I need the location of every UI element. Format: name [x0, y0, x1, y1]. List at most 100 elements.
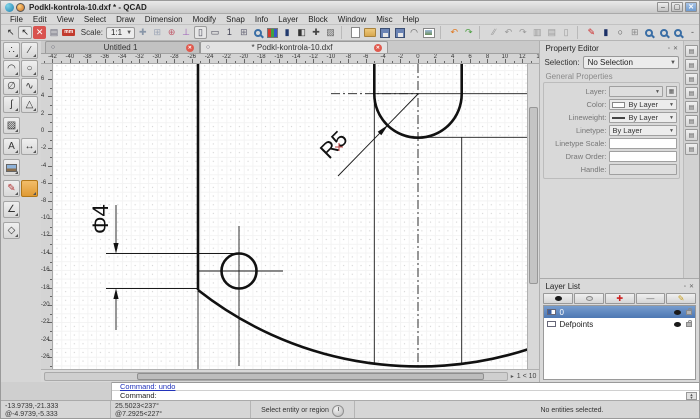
snap-icon[interactable]: ⊕ — [165, 26, 178, 39]
minimize-button[interactable]: – — [657, 2, 669, 12]
arc-tool[interactable]: ◠ — [3, 60, 20, 77]
draw-color-icon[interactable]: ✎ — [585, 26, 598, 39]
linetype-scale-input[interactable] — [609, 138, 677, 149]
title-bar[interactable]: Podkl-kontrola-10.dxf * - QCAD – ▢ ✕ — [1, 1, 699, 14]
horizontal-scrollbar[interactable] — [44, 372, 508, 381]
panel-toggle-icon[interactable]: ▤ — [685, 129, 698, 141]
text-tool[interactable]: A — [3, 138, 20, 155]
scale-dropdown[interactable]: 1:1▼ — [106, 27, 135, 39]
menu-window[interactable]: Window — [333, 15, 371, 24]
save-as-icon[interactable] — [393, 26, 406, 39]
copy-icon[interactable]: ▥ — [531, 26, 544, 39]
fill-mode-icon[interactable]: ▮ — [280, 26, 293, 39]
remove-layer-button[interactable]: — — [636, 293, 666, 304]
close-document-icon[interactable]: ✕ — [33, 26, 46, 39]
menu-modify[interactable]: Modify — [188, 15, 222, 24]
hatch-tool[interactable]: ▨ — [3, 117, 20, 134]
menu-block[interactable]: Block — [303, 15, 333, 24]
maximize-button[interactable]: ▢ — [671, 2, 683, 12]
draft-mode-icon[interactable]: ▨ — [324, 26, 337, 39]
menu-misc[interactable]: Misc — [371, 15, 397, 24]
blank-doc-icon[interactable]: ▯ — [559, 26, 572, 39]
layer-visible-icon[interactable] — [674, 310, 681, 315]
modify-tool[interactable]: ✎ — [3, 180, 20, 197]
redo-icon[interactable]: ↷ — [462, 26, 475, 39]
tab-untitled[interactable]: ○ Untitled 1 ✕ — [45, 41, 200, 53]
info-tool[interactable]: ∠ — [3, 201, 20, 218]
menu-file[interactable]: File — [5, 15, 28, 24]
ellipse-tool[interactable]: ∅ — [3, 78, 20, 95]
dimension-tool[interactable]: ↔ — [21, 138, 38, 155]
linetype-dropdown[interactable]: By Layer ▼ — [609, 125, 677, 136]
zoom-out-icon[interactable] — [657, 26, 670, 39]
vscroll-slider[interactable] — [529, 107, 538, 284]
grid-snap-icon[interactable]: ⊞ — [151, 26, 164, 39]
navy-swatch-icon[interactable]: ▮ — [599, 26, 612, 39]
layer-visible-icon[interactable] — [674, 322, 681, 327]
selection-tool-icon[interactable]: ↖ — [18, 26, 31, 39]
menu-snap[interactable]: Snap — [221, 15, 250, 24]
panel-toggle-icon[interactable]: ▤ — [685, 143, 698, 155]
panel-toggle-icon[interactable]: ▤ — [685, 73, 698, 85]
line-tool[interactable]: ∕ — [21, 42, 38, 59]
menu-info[interactable]: Info — [250, 15, 273, 24]
halftone-icon[interactable]: ◧ — [295, 26, 308, 39]
active-tool[interactable] — [21, 180, 38, 197]
print-preview-icon[interactable] — [422, 26, 436, 39]
unit-badge[interactable]: mm — [62, 26, 76, 39]
color-dropdown[interactable]: By Layer ▼ — [609, 99, 677, 110]
panel-toggle-icon[interactable]: ▤ — [685, 101, 698, 113]
panel-toggle-icon[interactable]: ▤ — [685, 87, 698, 99]
layer-list-button[interactable]: ▦ — [666, 86, 677, 97]
drawing-canvas[interactable]: Φ4 R5 — [53, 64, 528, 369]
redo-small-icon[interactable]: ↷ — [516, 26, 529, 39]
layer-lock-icon[interactable] — [686, 310, 692, 315]
polyline-tool[interactable]: ʃ — [3, 96, 20, 113]
zoom-auto-icon[interactable] — [671, 26, 684, 39]
grid-lines-icon[interactable]: ⊞ — [237, 26, 250, 39]
panel-toggle-icon[interactable]: ▤ — [685, 115, 698, 127]
edit-layer-button[interactable]: ✎ — [666, 293, 696, 304]
layer-row-0[interactable]: 0 — [544, 306, 695, 318]
menu-dimension[interactable]: Dimension — [140, 15, 188, 24]
import-icon[interactable]: ◠ — [407, 26, 420, 39]
menu-view[interactable]: View — [52, 15, 79, 24]
portrait-view-icon[interactable]: ▯ — [194, 26, 207, 39]
undo-icon[interactable]: ↶ — [448, 26, 461, 39]
float-panel-icon[interactable]: ▫ — [668, 46, 670, 52]
add-layer-button[interactable]: ✚ — [605, 293, 635, 304]
hide-all-layers-button[interactable] — [574, 293, 604, 304]
cut-icon[interactable]: ∕∕ — [487, 26, 500, 39]
new-file-icon[interactable] — [349, 26, 362, 39]
menu-layer[interactable]: Layer — [273, 15, 303, 24]
color-mode-icon[interactable] — [266, 26, 279, 39]
tab-close-icon[interactable]: ✕ — [374, 44, 382, 52]
layer-dropdown[interactable]: ▼ — [609, 86, 663, 97]
scroll-right-icon[interactable]: ▸ — [511, 373, 514, 380]
undo-small-icon[interactable]: ↶ — [502, 26, 515, 39]
crosshair-icon[interactable]: ✚ — [309, 26, 322, 39]
table-icon[interactable]: ⊞ — [628, 26, 641, 39]
panel-toggle-icon[interactable]: ▤ — [685, 45, 698, 57]
lineweight-dropdown[interactable]: By Layer ▼ — [609, 112, 677, 123]
close-panel-icon[interactable]: ✕ — [673, 45, 678, 52]
command-spinner[interactable]: ▲▼ — [686, 392, 697, 400]
zoom-pointer-icon[interactable] — [252, 26, 265, 39]
layer-lock-icon[interactable] — [686, 322, 692, 327]
collapse-icon[interactable]: - — [686, 26, 699, 39]
shape-tool[interactable]: △ — [21, 96, 38, 113]
spline-tool[interactable]: ∿ — [21, 78, 38, 95]
draw-order-input[interactable] — [609, 151, 677, 162]
menu-select[interactable]: Select — [79, 15, 111, 24]
snap-knob-icon[interactable] — [332, 405, 344, 417]
zoom-in-icon[interactable] — [642, 26, 655, 39]
paste-icon[interactable]: ▤ — [545, 26, 558, 39]
landscape-view-icon[interactable]: ▭ — [208, 26, 221, 39]
vertical-scrollbar[interactable] — [527, 64, 539, 369]
solid-tool[interactable]: ◇ — [3, 222, 20, 239]
float-panel-icon[interactable]: ▫ — [684, 284, 686, 290]
point-tool[interactable]: ∴ — [3, 42, 20, 59]
hscroll-slider[interactable] — [137, 373, 483, 380]
menu-edit[interactable]: Edit — [28, 15, 52, 24]
selection-dropdown[interactable]: No Selection ▼ — [583, 56, 679, 69]
